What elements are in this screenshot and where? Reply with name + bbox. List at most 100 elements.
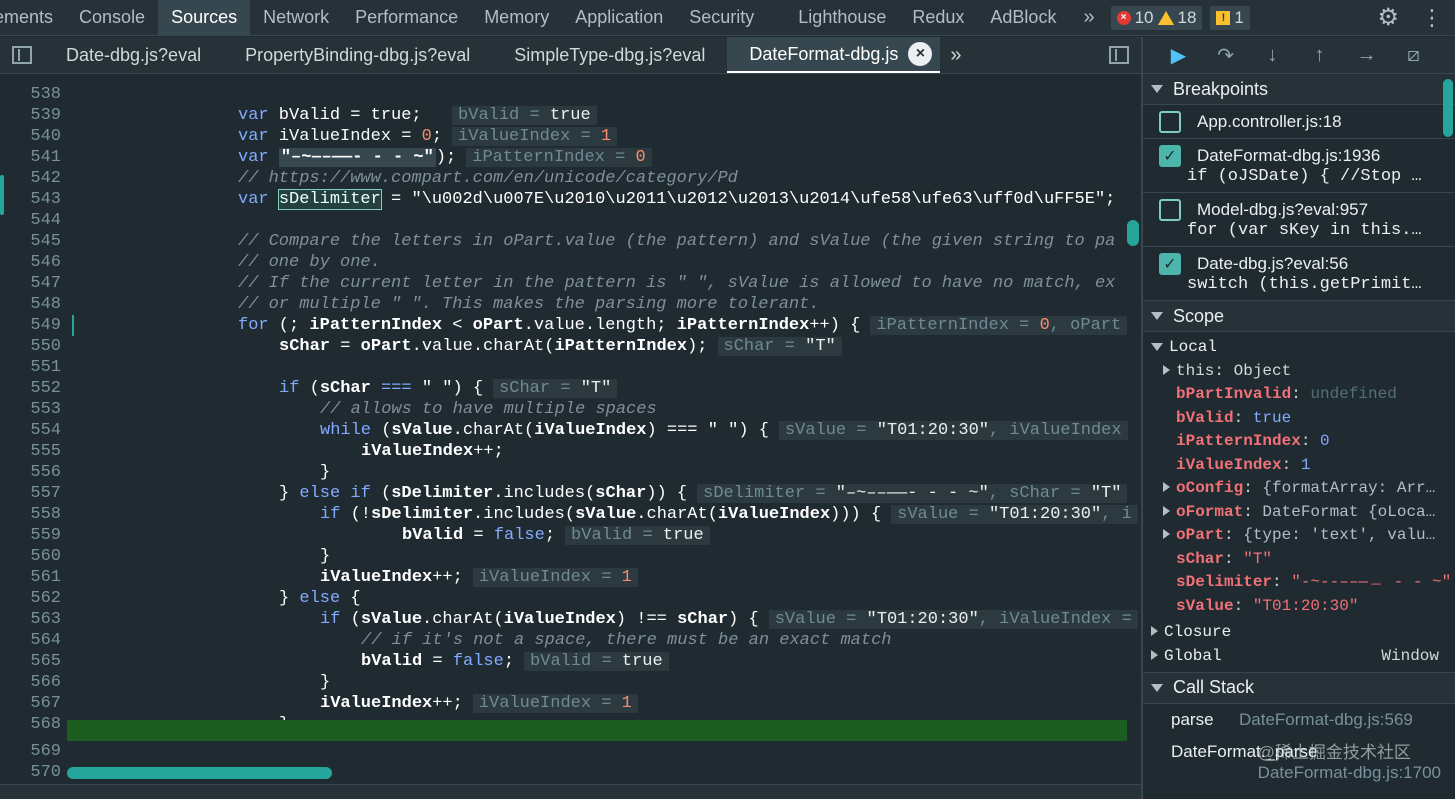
- code-line[interactable]: 543: [0, 168, 1141, 209]
- scope-tree: Local this: Object bPartInvalid: undefin…: [1143, 332, 1455, 673]
- code-line[interactable]: 550: [0, 315, 1141, 356]
- file-tab[interactable]: SimpleType-dbg.js?eval: [492, 37, 727, 73]
- execution-line-highlight: [67, 720, 1127, 741]
- code-line[interactable]: 552 // allows to have multiple spaces: [0, 357, 1141, 419]
- tab-console[interactable]: Console: [66, 0, 158, 35]
- section-title: Call Stack: [1173, 677, 1255, 697]
- info-counter[interactable]: ! 1: [1210, 5, 1250, 30]
- scope-var[interactable]: iValueIndex: 1: [1143, 454, 1455, 478]
- code-line[interactable]: 556 } else if (sDelimiter.includes(sChar…: [0, 441, 1141, 503]
- scope-var[interactable]: bValid: true: [1143, 407, 1455, 431]
- code-line[interactable]: 549 sChar = oPart.value.charAt(iPatternI…: [0, 294, 1141, 356]
- code-line[interactable]: 540 var "–~‒–—―- ‐ ‑ ~"); iPatternIndex =…: [0, 105, 1141, 167]
- tab-security[interactable]: Security: [676, 0, 767, 35]
- toggle-debugger-button[interactable]: [1097, 37, 1141, 73]
- code-line[interactable]: 562 if (sValue.charAt(iValueIndex) !== s…: [0, 567, 1141, 629]
- code-line[interactable]: 568: [0, 693, 1141, 734]
- tab-lighthouse[interactable]: Lighthouse: [785, 0, 899, 35]
- scope-local[interactable]: Local: [1143, 336, 1455, 360]
- breakpoints-section-header[interactable]: Breakpoints: [1143, 74, 1455, 105]
- scope-var[interactable]: sValue: "T01:20:30": [1143, 595, 1455, 619]
- breakpoint-checkbox[interactable]: ✓: [1159, 145, 1181, 167]
- more-options-kebab-icon[interactable]: ⋮: [1421, 5, 1443, 31]
- breakpoint-checkbox[interactable]: [1159, 199, 1181, 221]
- error-counter[interactable]: × 10 18: [1110, 5, 1203, 30]
- horizontal-scrollbar[interactable]: [67, 767, 332, 779]
- resume-icon[interactable]: ▶: [1155, 43, 1202, 68]
- code-line[interactable]: 538 var bValid = true; bValid = true: [0, 75, 1141, 125]
- code-line[interactable]: 570 break;: [0, 741, 1141, 782]
- file-tab[interactable]: PropertyBinding-dbg.js?eval: [223, 37, 492, 73]
- step-into-icon[interactable]: ↓: [1249, 44, 1296, 67]
- code-editor[interactable]: 538 var bValid = true; bValid = true 539…: [0, 75, 1141, 784]
- code-line[interactable]: 547 // or multiple " ". This makes the p…: [0, 252, 1141, 314]
- code-line[interactable]: 564 bValid = false; bValid = true: [0, 609, 1141, 671]
- code-line[interactable]: 546 // If the current letter in the patt…: [0, 231, 1141, 293]
- scope-var[interactable]: oPart: {type: 'text', valu…: [1143, 524, 1455, 548]
- vertical-scrollbar[interactable]: [1127, 220, 1139, 246]
- callstack-section-header[interactable]: Call Stack: [1143, 672, 1455, 704]
- code-line[interactable]: 561 } else {: [0, 546, 1141, 608]
- code-line[interactable]: 567 }: [0, 672, 1141, 734]
- code-line[interactable]: 542 var sDelimiter = "\u002d\u007E\u2010…: [0, 147, 1141, 210]
- code-line[interactable]: 557 if (!sDelimiter.includes(sValue.char…: [0, 462, 1141, 524]
- step-over-icon[interactable]: ↷: [1202, 43, 1249, 68]
- tab-adblock[interactable]: AdBlock: [977, 0, 1069, 35]
- code-line[interactable]: 554 iValueIndex++;: [0, 399, 1141, 461]
- scope-closure[interactable]: Closure: [1143, 621, 1455, 645]
- devtools-panel-tabbar: ements Console Sources Network Performan…: [0, 0, 1455, 36]
- code-line[interactable]: 555 }: [0, 420, 1141, 482]
- tab-redux[interactable]: Redux: [899, 0, 977, 35]
- file-tab[interactable]: Date-dbg.js?eval: [44, 37, 223, 73]
- breakpoint-item[interactable]: ✓ DateFormat-dbg.js:1936 if (oJSDate) { …: [1143, 139, 1455, 193]
- more-files-chevron-icon[interactable]: »: [940, 37, 971, 73]
- step-out-icon[interactable]: ↑: [1296, 44, 1343, 67]
- step-icon[interactable]: →: [1343, 44, 1390, 67]
- breakpoint-item[interactable]: ✓ Date-dbg.js?eval:56 switch (this.getPr…: [1143, 247, 1455, 301]
- scope-var[interactable]: oFormat: DateFormat {oLoca…: [1143, 501, 1455, 525]
- code-line[interactable]: 553 while (sValue.charAt(iValueIndex) ==…: [0, 378, 1141, 440]
- code-line[interactable]: 548 for (; iPatternIndex < oPart.value.l…: [0, 273, 1141, 335]
- code-line[interactable]: 560 iValueIndex++; iValueIndex = 1: [0, 525, 1141, 587]
- tab-memory[interactable]: Memory: [471, 0, 562, 35]
- tab-network[interactable]: Network: [250, 0, 342, 35]
- tab-application[interactable]: Application: [562, 0, 676, 35]
- expand-triangle-icon: [1151, 626, 1158, 636]
- code-line[interactable]: 559 }: [0, 504, 1141, 566]
- file-tab-active[interactable]: DateFormat-dbg.js ×: [727, 37, 941, 73]
- tab-performance[interactable]: Performance: [342, 0, 471, 35]
- code-line[interactable]: 563 // if it's not a space, there must b…: [0, 588, 1141, 650]
- code-line[interactable]: 551 if (sChar === " ") {sChar = "T": [0, 336, 1141, 398]
- code-line[interactable]: 566 iValueIndex++; iValueIndex = 1: [0, 651, 1141, 713]
- scope-var[interactable]: oConfig: {formatArray: Arr…: [1143, 477, 1455, 501]
- code-line[interactable]: 544 // Compare the letters in oPart.valu…: [0, 189, 1141, 251]
- code-line[interactable]: 545 // one by one.: [0, 210, 1141, 272]
- breakpoint-checkbox[interactable]: [1159, 111, 1181, 133]
- issue-counters[interactable]: × 10 18 ! 1: [1110, 0, 1250, 35]
- tab-sources[interactable]: Sources: [158, 0, 251, 35]
- tab-elements[interactable]: ements: [0, 0, 66, 35]
- scope-var-this[interactable]: this: Object: [1143, 360, 1455, 384]
- code-line[interactable]: 558 bValid = false; bValid = true: [0, 483, 1141, 545]
- code-line[interactable]: 539 var iValueIndex = 0; iValueIndex = 1: [0, 84, 1141, 146]
- callstack-frame[interactable]: parse DateFormat-dbg.js:569: [1143, 704, 1455, 736]
- close-tab-icon[interactable]: ×: [908, 42, 933, 66]
- scope-global[interactable]: Global Window: [1143, 645, 1455, 673]
- scope-var[interactable]: sDelimiter: "-~‐‑‒–—﹘ - - ~": [1143, 571, 1455, 595]
- settings-gear-icon[interactable]: ⚙: [1377, 3, 1399, 32]
- breakpoint-item[interactable]: Model-dbg.js?eval:957 for (var sKey in t…: [1143, 193, 1455, 247]
- breakpoint-checkbox[interactable]: ✓: [1159, 253, 1181, 275]
- scope-var[interactable]: bPartInvalid: undefined: [1143, 383, 1455, 407]
- more-tabs-chevron-icon[interactable]: »: [1069, 0, 1104, 35]
- scope-var[interactable]: sChar: "T": [1143, 548, 1455, 572]
- toggle-navigator-button[interactable]: [0, 37, 44, 73]
- code-line[interactable]: 565 }: [0, 630, 1141, 692]
- code-line-paused[interactable]: 569 if (!bValid) {: [0, 720, 1141, 761]
- breakpoint-item[interactable]: App.controller.js:18: [1143, 105, 1455, 139]
- sidebar-scrollbar[interactable]: [1443, 79, 1453, 137]
- code-line[interactable]: 541 // https://www.compart.com/en/unicod…: [0, 126, 1141, 188]
- scope-var[interactable]: iPatternIndex: 0: [1143, 430, 1455, 454]
- breakpoint-label: Model-dbg.js?eval:957: [1197, 200, 1369, 219]
- deactivate-breakpoints-icon[interactable]: ⧄: [1390, 44, 1437, 67]
- scope-section-header[interactable]: Scope: [1143, 301, 1455, 332]
